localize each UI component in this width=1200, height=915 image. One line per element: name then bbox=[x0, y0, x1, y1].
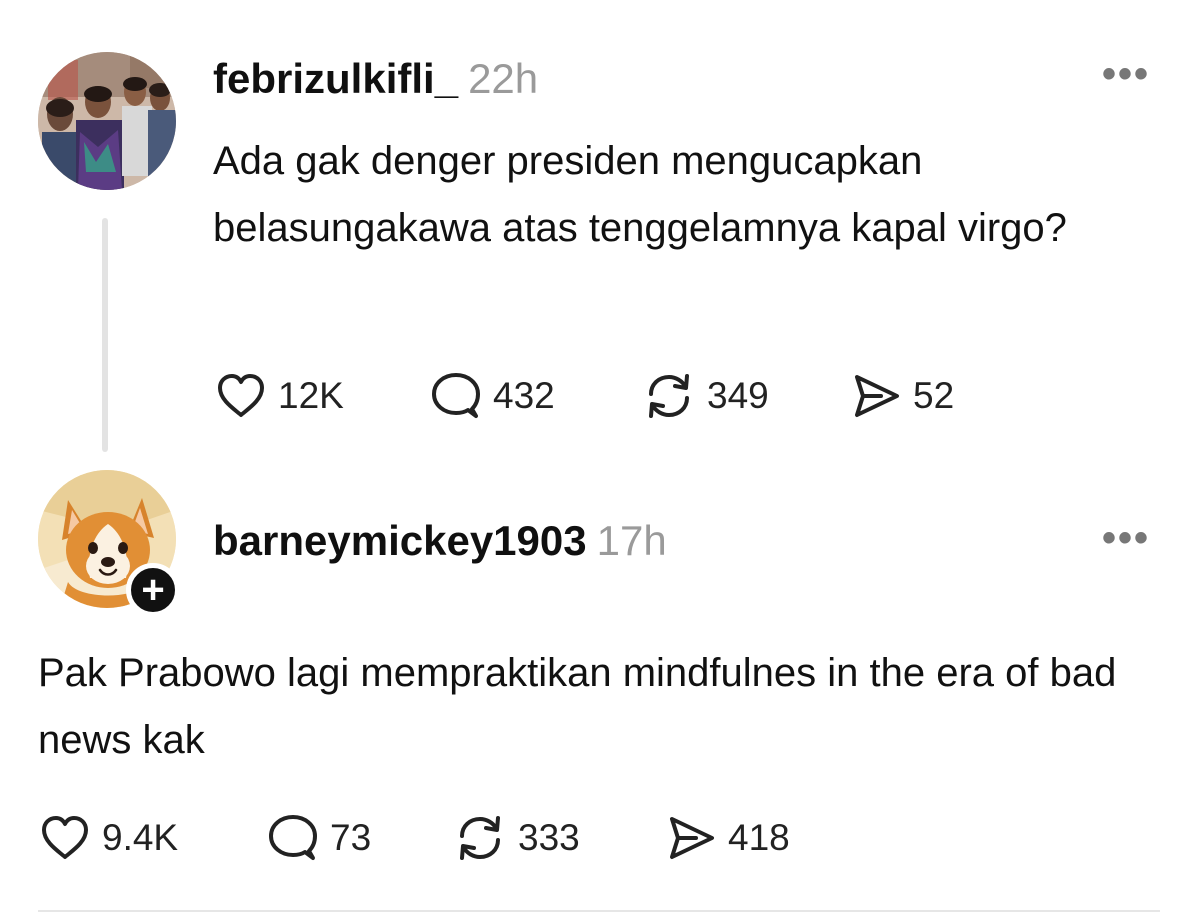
like-button[interactable]: 9.4K bbox=[40, 815, 268, 861]
more-options-button[interactable]: ••• bbox=[1102, 518, 1150, 558]
share-count: 52 bbox=[913, 375, 955, 416]
follow-button[interactable]: + bbox=[126, 563, 180, 617]
post-header: febrizulkifli_ 22h bbox=[213, 54, 538, 104]
plus-icon: + bbox=[141, 568, 165, 612]
send-arrow-icon bbox=[670, 817, 714, 859]
reply-count: 73 bbox=[330, 817, 372, 858]
reply-button[interactable]: 73 bbox=[268, 814, 454, 862]
share-count: 418 bbox=[728, 817, 790, 858]
more-options-button[interactable]: ••• bbox=[1102, 54, 1150, 94]
heart-icon bbox=[218, 374, 264, 417]
repost-count: 349 bbox=[707, 375, 769, 416]
reply-button[interactable]: 432 bbox=[431, 372, 643, 420]
like-button[interactable]: 12K bbox=[216, 373, 431, 419]
timestamp: 17h bbox=[596, 517, 667, 564]
post-divider bbox=[38, 910, 1160, 912]
heart-icon bbox=[42, 816, 88, 859]
post-actions: 9.4K 73 333 418 bbox=[40, 814, 790, 862]
repost-button[interactable]: 349 bbox=[643, 372, 851, 420]
avatar-febrizulkifli[interactable] bbox=[38, 52, 176, 190]
username[interactable]: barneymickey1903 bbox=[213, 517, 587, 564]
comment-bubble-icon bbox=[432, 373, 480, 418]
repost-arrows-icon bbox=[460, 816, 500, 860]
repost-count: 333 bbox=[518, 817, 580, 858]
more-dots-icon: ••• bbox=[1102, 516, 1151, 560]
repost-arrows-icon bbox=[649, 374, 689, 418]
share-button[interactable]: 418 bbox=[666, 815, 790, 861]
send-arrow-icon bbox=[855, 375, 899, 417]
share-button[interactable]: 52 bbox=[851, 373, 954, 419]
group-photo-avatar-image bbox=[38, 52, 176, 190]
post-header: barneymickey1903 17h bbox=[213, 516, 667, 566]
repost-button[interactable]: 333 bbox=[454, 814, 666, 862]
post-actions: 12K 432 349 52 bbox=[216, 372, 954, 420]
more-dots-icon: ••• bbox=[1102, 52, 1151, 96]
like-count: 12K bbox=[278, 375, 344, 416]
post-text: Ada gak denger presiden mengucapkan bela… bbox=[213, 139, 1067, 250]
reply-count: 432 bbox=[493, 375, 555, 416]
post-text: Pak Prabowo lagi mempraktikan mindfulnes… bbox=[38, 651, 1117, 762]
username[interactable]: febrizulkifli_ bbox=[213, 55, 458, 102]
like-count: 9.4K bbox=[102, 817, 179, 858]
timestamp: 22h bbox=[468, 55, 539, 102]
comment-bubble-icon bbox=[269, 815, 317, 860]
thread-connector-line bbox=[102, 218, 108, 452]
